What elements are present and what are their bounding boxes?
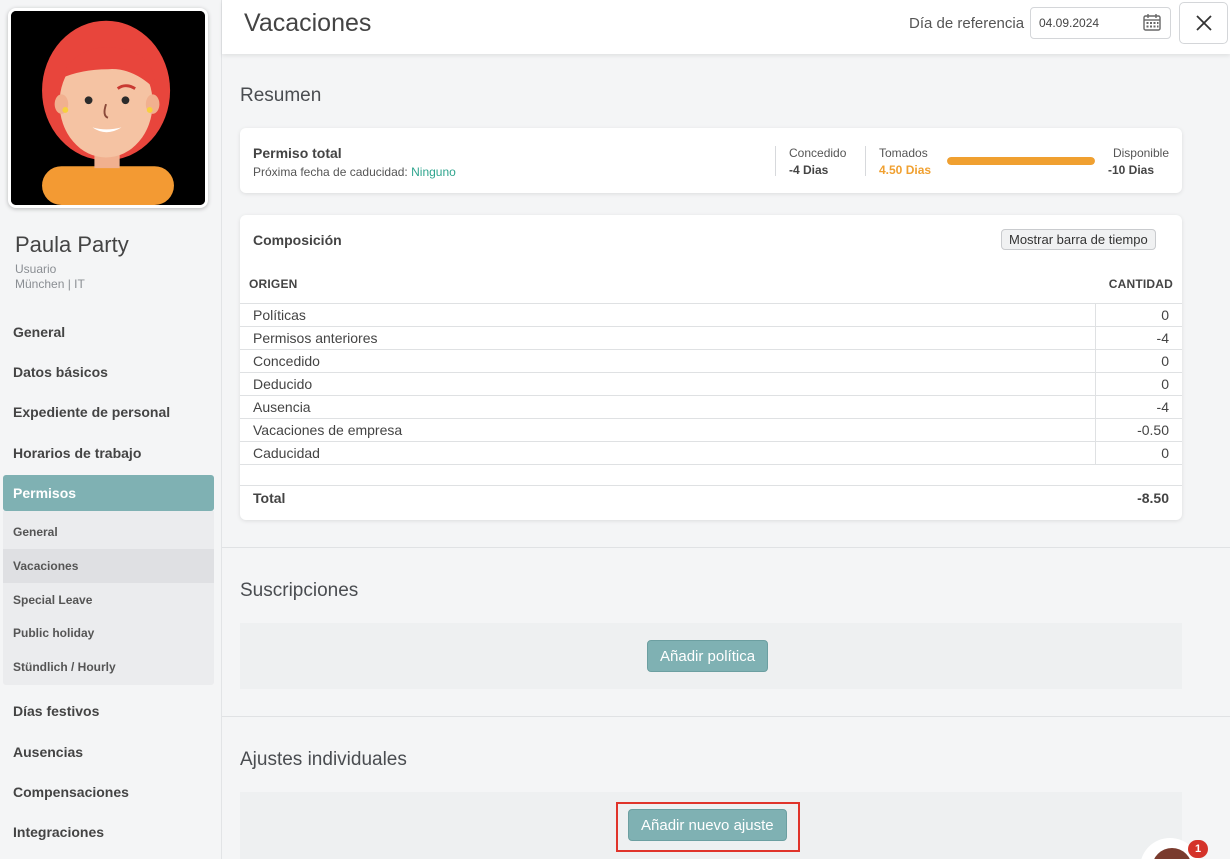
total-label: Total xyxy=(253,490,286,506)
adjustments-title: Ajustes individuales xyxy=(240,749,407,770)
user-name: Paula Party xyxy=(15,232,129,257)
amount-cell: -4 xyxy=(1156,399,1169,415)
granted-value: -4 Dias xyxy=(789,163,829,177)
cell-divider xyxy=(1095,373,1096,395)
close-icon xyxy=(1195,15,1212,31)
origin-cell: Caducidad xyxy=(253,445,320,461)
header-bar: Vacaciones Día de referencia xyxy=(222,0,1230,54)
amount-cell: 0 xyxy=(1161,307,1169,323)
section-divider xyxy=(222,716,1230,717)
taken-progress-bar xyxy=(947,157,1095,165)
show-timeline-button[interactable]: Mostrar barra de tiempo xyxy=(1001,229,1156,250)
section-divider xyxy=(222,547,1230,548)
origin-cell: Deducido xyxy=(253,376,313,392)
table-row: Vacaciones de empresa -0.50 xyxy=(240,418,1182,441)
expiry-label: Próxima fecha de caducidad: xyxy=(253,165,408,179)
origin-cell: Permisos anteriores xyxy=(253,330,378,346)
add-adjustment-button[interactable]: Añadir nuevo ajuste xyxy=(628,809,787,841)
cell-divider xyxy=(1095,442,1096,464)
amount-cell: 0 xyxy=(1161,445,1169,461)
taken-label: Tomados xyxy=(879,146,928,160)
cell-divider xyxy=(1095,304,1096,326)
subscriptions-title: Suscripciones xyxy=(240,580,359,601)
origin-cell: Concedido xyxy=(253,353,320,369)
reference-date-label: Día de referencia xyxy=(909,15,1025,32)
amount-cell: -0.50 xyxy=(1137,422,1169,438)
close-button[interactable] xyxy=(1179,2,1228,44)
sidebar-item-datos-basicos[interactable]: Datos básicos xyxy=(0,352,222,392)
available-value: -10 Dias xyxy=(1108,163,1155,177)
taken-progress-fill xyxy=(947,157,1095,165)
table-row-empty xyxy=(240,464,1182,487)
taken-value: 4.50 Dias xyxy=(879,163,932,177)
column-header-amount: CANTIDAD xyxy=(1108,277,1173,291)
subnav-item-hourly[interactable]: Stündlich / Hourly xyxy=(3,650,214,684)
page-title: Vacaciones xyxy=(244,9,372,37)
sidebar-item-permisos[interactable]: Permisos xyxy=(3,475,214,511)
amount-cell: 0 xyxy=(1161,353,1169,369)
total-row: Total -8.50 xyxy=(240,485,1182,509)
table-row: Concedido 0 xyxy=(240,349,1182,372)
sidebar-subnav: General Vacaciones Special Leave Public … xyxy=(3,511,214,685)
sidebar-item-compensaciones[interactable]: Compensaciones xyxy=(0,772,222,812)
cell-divider xyxy=(1095,350,1096,372)
sidebar-item-integraciones[interactable]: Integraciones xyxy=(0,812,222,852)
cell-divider xyxy=(1095,396,1096,418)
permiso-total-card: Permiso total Próxima fecha de caducidad… xyxy=(240,128,1182,193)
amount-cell: 0 xyxy=(1161,376,1169,392)
origin-cell: Vacaciones de empresa xyxy=(253,422,403,438)
cell-divider xyxy=(1095,419,1096,441)
subnav-item-vacaciones[interactable]: Vacaciones xyxy=(3,549,214,583)
stat-divider xyxy=(865,146,866,176)
summary-title: Resumen xyxy=(240,85,322,106)
main-content: Resumen Permiso total Próxima fecha de c… xyxy=(222,54,1230,859)
subnav-item-special-leave[interactable]: Special Leave xyxy=(3,583,214,617)
calendar-icon[interactable] xyxy=(1143,13,1161,31)
adjustments-panel: Añadir nuevo ajuste xyxy=(240,792,1182,859)
expiry-line: Próxima fecha de caducidad: Ninguno xyxy=(253,165,456,179)
table-row: Políticas 0 xyxy=(240,303,1182,326)
chat-avatar-icon xyxy=(1152,848,1192,859)
subnav-item-general[interactable]: General xyxy=(3,515,214,549)
user-location: München | IT xyxy=(15,277,85,291)
chat-notification-badge: 1 xyxy=(1188,840,1208,858)
available-label: Disponible xyxy=(1112,146,1169,160)
sidebar-item-expediente[interactable]: Expediente de personal xyxy=(0,392,222,432)
sidebar-item-dias-festivos[interactable]: Días festivos xyxy=(0,691,222,731)
table-row: Deducido 0 xyxy=(240,372,1182,395)
table-row: Ausencia -4 xyxy=(240,395,1182,418)
sidebar: Paula Party Usuario München | IT General… xyxy=(0,0,222,859)
expiry-value: Ninguno xyxy=(411,165,456,179)
stat-divider xyxy=(775,146,776,176)
column-header-origin: ORIGEN xyxy=(249,277,298,291)
composition-table: Políticas 0 Permisos anteriores -4 Concedi… xyxy=(240,303,1182,487)
composition-title: Composición xyxy=(253,232,342,248)
granted-label: Concedido xyxy=(789,146,847,160)
composition-card: Composición Mostrar barra de tiempo ORIG… xyxy=(240,215,1182,520)
origin-cell: Políticas xyxy=(253,307,306,323)
avatar xyxy=(8,8,208,208)
permiso-total-title: Permiso total xyxy=(253,145,342,161)
sidebar-item-horarios[interactable]: Horarios de trabajo xyxy=(0,433,222,473)
origin-cell: Ausencia xyxy=(253,399,311,415)
user-role: Usuario xyxy=(15,262,57,276)
sidebar-item-general[interactable]: General xyxy=(0,312,222,352)
subnav-item-public-holiday[interactable]: Public holiday xyxy=(3,616,214,650)
cell-divider xyxy=(1095,327,1096,349)
subscriptions-panel: Añadir política xyxy=(240,623,1182,689)
total-value: -8.50 xyxy=(1137,490,1169,506)
amount-cell: -4 xyxy=(1156,330,1169,346)
sidebar-item-ausencias[interactable]: Ausencias xyxy=(0,732,222,772)
table-row: Permisos anteriores -4 xyxy=(240,326,1182,349)
table-row: Caducidad 0 xyxy=(240,441,1182,464)
avatar-illustration xyxy=(11,11,205,205)
add-policy-button[interactable]: Añadir política xyxy=(647,640,769,672)
